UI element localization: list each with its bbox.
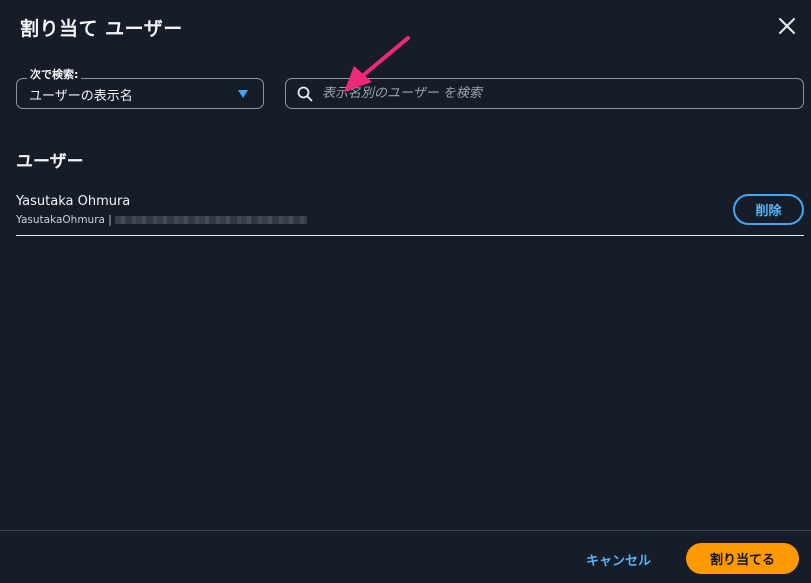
search-by-value: ユーザーの表示名 <box>29 89 133 104</box>
user-username-text: YasutakaOhmura | <box>16 214 112 226</box>
dialog-title: 割り当て ユーザー <box>20 18 183 40</box>
user-row: Yasutaka Ohmura YasutakaOhmura | 削除 <box>16 190 804 236</box>
search-by-select[interactable]: 次で検索: ユーザーの表示名 <box>16 68 264 109</box>
assign-button[interactable]: 割り当てる <box>686 543 799 574</box>
close-icon <box>779 18 795 34</box>
close-button[interactable] <box>777 16 797 36</box>
user-display-name: Yasutaka Ohmura <box>16 194 131 209</box>
caret-down-icon <box>238 90 248 98</box>
search-icon <box>297 86 313 102</box>
footer-divider <box>0 530 811 531</box>
search-by-label: 次で検索: <box>27 68 82 82</box>
user-username: YasutakaOhmura | <box>16 214 307 226</box>
cancel-button[interactable]: キャンセル <box>578 546 659 572</box>
users-section-heading: ユーザー <box>16 152 84 172</box>
assign-users-dialog: 割り当て ユーザー 次で検索: ユーザーの表示名 ユーザー Yasutaka O… <box>0 0 811 583</box>
redacted-email <box>114 216 307 224</box>
search-field <box>285 78 804 109</box>
search-input[interactable] <box>322 79 792 108</box>
delete-user-button[interactable]: 削除 <box>733 194 804 225</box>
